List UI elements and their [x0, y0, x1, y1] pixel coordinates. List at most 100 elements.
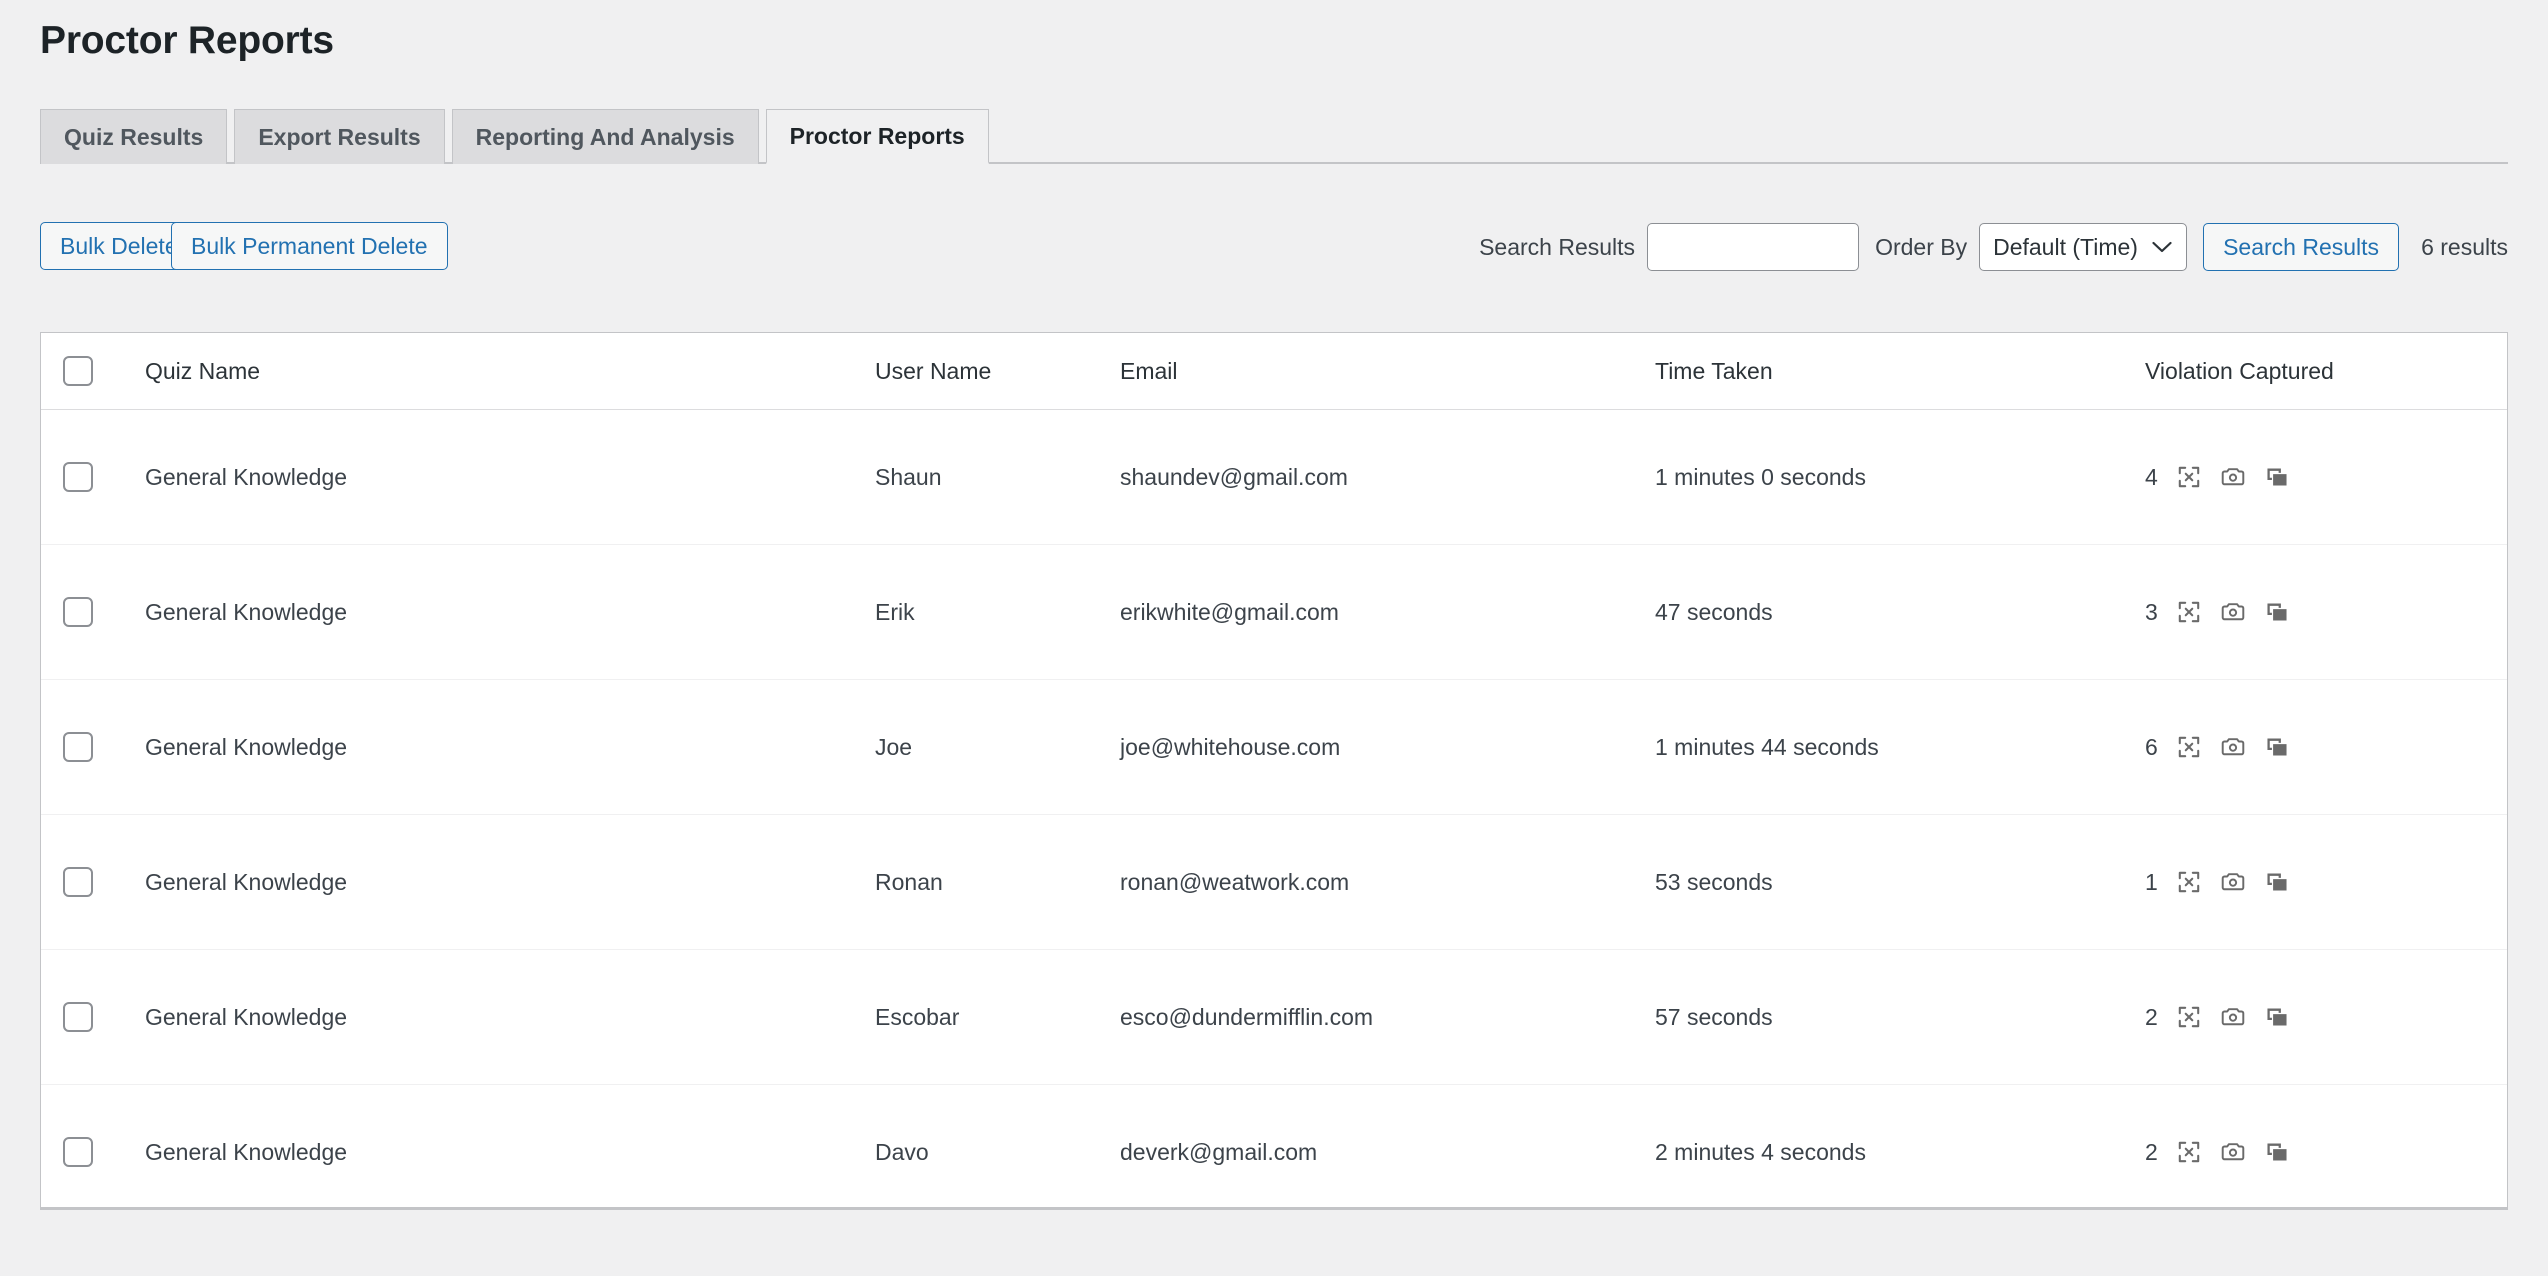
- cell-violation-captured: 2: [2145, 1084, 2507, 1207]
- camera-icon[interactable]: [2219, 463, 2247, 491]
- toolbar: Bulk Delete Bulk Permanent Delete Search…: [40, 222, 2508, 280]
- cell-user-name: Escobar: [875, 949, 1120, 1085]
- row-select-cell: [41, 544, 145, 680]
- cell-time-taken: 47 seconds: [1655, 544, 2145, 680]
- cell-quiz-name: General Knowledge: [145, 814, 875, 950]
- expand-icon[interactable]: [2175, 868, 2203, 896]
- cell-quiz-name: General Knowledge: [145, 544, 875, 680]
- order-by-select[interactable]: Default (Time): [1979, 223, 2188, 271]
- order-by-select-wrap: Default (Time): [1979, 223, 2188, 271]
- duplicate-windows-icon[interactable]: [2263, 733, 2291, 761]
- row-select-cell: [41, 409, 145, 545]
- duplicate-windows-icon[interactable]: [2263, 598, 2291, 626]
- camera-icon[interactable]: [2219, 733, 2247, 761]
- violation-group: 6: [2145, 733, 2507, 761]
- column-header-user-name: User Name: [875, 333, 1120, 410]
- violation-count: 2: [2145, 1003, 2158, 1030]
- row-checkbox[interactable]: [63, 597, 93, 627]
- row-checkbox[interactable]: [63, 732, 93, 762]
- cell-user-name: Davo: [875, 1084, 1120, 1207]
- row-checkbox[interactable]: [63, 1137, 93, 1167]
- results-count: 6 results: [2421, 233, 2508, 260]
- cell-quiz-name: General Knowledge: [145, 949, 875, 1085]
- row-select-cell: [41, 1084, 145, 1207]
- cell-user-name: Ronan: [875, 814, 1120, 950]
- search-area: Search Results Order By Default (Time) S…: [1479, 218, 2508, 276]
- cell-user-name: Shaun: [875, 409, 1120, 545]
- page-title: Proctor Reports: [40, 19, 334, 62]
- cell-email: erikwhite@gmail.com: [1120, 544, 1655, 680]
- violation-count: 2: [2145, 1138, 2158, 1165]
- cell-time-taken: 1 minutes 0 seconds: [1655, 409, 2145, 545]
- search-results-label: Search Results: [1479, 233, 1636, 260]
- order-by-label: Order By: [1875, 233, 1968, 260]
- violation-count: 4: [2145, 463, 2158, 490]
- column-header-time-taken: Time Taken: [1655, 333, 2145, 410]
- cell-violation-captured: 2: [2145, 949, 2507, 1085]
- violation-group: 4: [2145, 463, 2507, 491]
- proctor-reports-table: Quiz Name User Name Email Time Taken Vio…: [40, 332, 2508, 1210]
- expand-icon[interactable]: [2175, 1003, 2203, 1031]
- cell-email: deverk@gmail.com: [1120, 1084, 1655, 1207]
- row-checkbox[interactable]: [63, 867, 93, 897]
- row-checkbox[interactable]: [63, 462, 93, 492]
- tab-label: Proctor Reports: [789, 122, 965, 149]
- camera-icon[interactable]: [2219, 868, 2247, 896]
- proctor-reports-page: Proctor Reports Quiz Results Export Resu…: [0, 0, 2548, 1276]
- duplicate-windows-icon[interactable]: [2263, 1138, 2291, 1166]
- row-select-cell: [41, 949, 145, 1085]
- tab-label: Quiz Results: [64, 123, 204, 150]
- cell-time-taken: 57 seconds: [1655, 949, 2145, 1085]
- expand-icon[interactable]: [2175, 733, 2203, 761]
- column-header-email: Email: [1120, 333, 1655, 410]
- cell-quiz-name: General Knowledge: [145, 679, 875, 815]
- bulk-permanent-delete-button[interactable]: Bulk Permanent Delete: [171, 222, 448, 270]
- table-row: General Knowledge Davo deverk@gmail.com …: [41, 1084, 2507, 1207]
- search-input[interactable]: [1647, 223, 1860, 271]
- cell-violation-captured: 4: [2145, 409, 2507, 545]
- table-row: General Knowledge Erik erikwhite@gmail.c…: [41, 544, 2507, 680]
- tab-bar: Quiz Results Export Results Reporting An…: [40, 108, 2508, 164]
- cell-violation-captured: 3: [2145, 544, 2507, 680]
- violation-count: 3: [2145, 598, 2158, 625]
- tab-proctor-reports[interactable]: Proctor Reports: [765, 109, 989, 164]
- camera-icon[interactable]: [2219, 1138, 2247, 1166]
- violation-group: 1: [2145, 868, 2507, 896]
- table-row: General Knowledge Escobar esco@dundermif…: [41, 949, 2507, 1085]
- table-header-row: Quiz Name User Name Email Time Taken Vio…: [41, 333, 2507, 410]
- duplicate-windows-icon[interactable]: [2263, 1003, 2291, 1031]
- cell-violation-captured: 1: [2145, 814, 2507, 950]
- table-body: General Knowledge Shaun shaundev@gmail.c…: [41, 409, 2507, 1207]
- expand-icon[interactable]: [2175, 463, 2203, 491]
- duplicate-windows-icon[interactable]: [2263, 868, 2291, 896]
- select-all-header: [41, 333, 145, 410]
- violation-group: 2: [2145, 1003, 2507, 1031]
- camera-icon[interactable]: [2219, 598, 2247, 626]
- cell-time-taken: 53 seconds: [1655, 814, 2145, 950]
- row-checkbox[interactable]: [63, 1002, 93, 1032]
- cell-user-name: Erik: [875, 544, 1120, 680]
- cell-email: joe@whitehouse.com: [1120, 679, 1655, 815]
- select-all-checkbox[interactable]: [63, 356, 93, 386]
- row-select-cell: [41, 679, 145, 815]
- duplicate-windows-icon[interactable]: [2263, 463, 2291, 491]
- tab-quiz-results[interactable]: Quiz Results: [40, 109, 228, 164]
- search-results-button[interactable]: Search Results: [2203, 223, 2400, 271]
- cell-violation-captured: 6: [2145, 679, 2507, 815]
- table-row: General Knowledge Ronan ronan@weatwork.c…: [41, 814, 2507, 950]
- violation-group: 2: [2145, 1138, 2507, 1166]
- camera-icon[interactable]: [2219, 1003, 2247, 1031]
- cell-email: esco@dundermifflin.com: [1120, 949, 1655, 1085]
- cell-time-taken: 1 minutes 44 seconds: [1655, 679, 2145, 815]
- table-row: General Knowledge Joe joe@whitehouse.com…: [41, 679, 2507, 815]
- expand-icon[interactable]: [2175, 1138, 2203, 1166]
- expand-icon[interactable]: [2175, 598, 2203, 626]
- tab-export-results[interactable]: Export Results: [234, 109, 445, 164]
- table-row: General Knowledge Shaun shaundev@gmail.c…: [41, 409, 2507, 545]
- row-select-cell: [41, 814, 145, 950]
- tab-reporting-and-analysis[interactable]: Reporting And Analysis: [451, 109, 759, 164]
- violation-count: 1: [2145, 868, 2158, 895]
- cell-time-taken: 2 minutes 4 seconds: [1655, 1084, 2145, 1207]
- tab-label: Reporting And Analysis: [475, 123, 735, 150]
- tab-label: Export Results: [258, 123, 421, 150]
